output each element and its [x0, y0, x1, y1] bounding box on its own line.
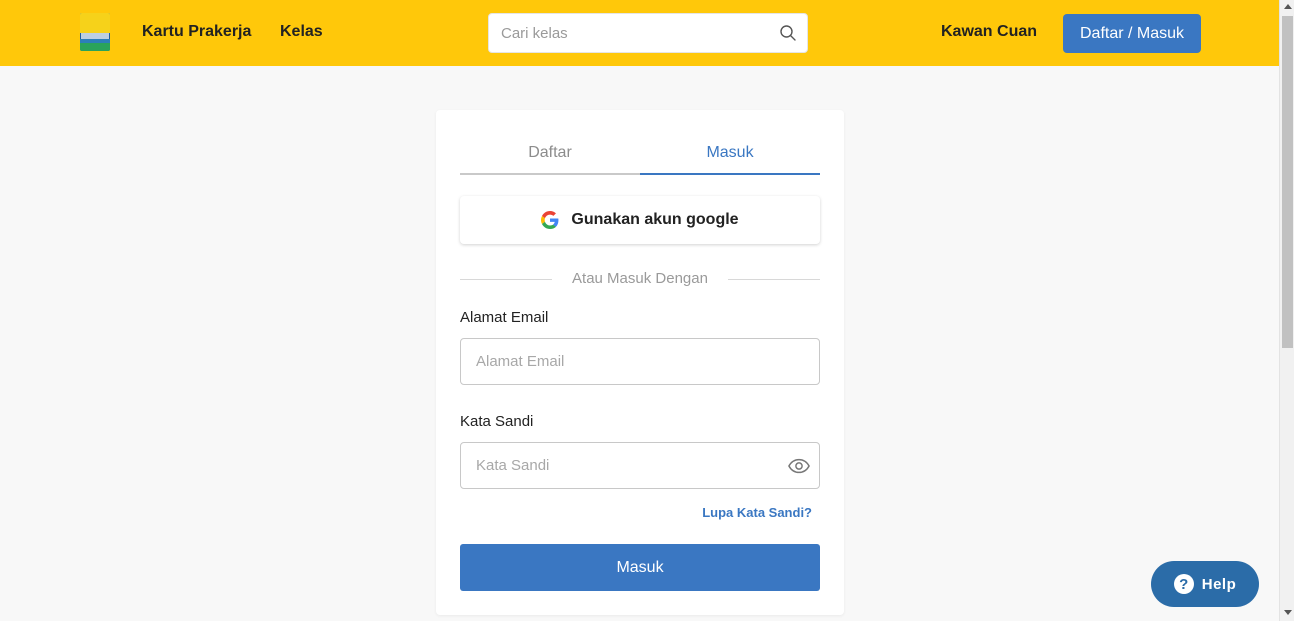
nav-kelas[interactable]: Kelas: [280, 23, 323, 41]
tab-daftar[interactable]: Daftar: [460, 144, 640, 175]
scrollbar-thumb[interactable]: [1282, 16, 1293, 348]
forgot-password-link[interactable]: Lupa Kata Sandi?: [702, 505, 812, 520]
password-field-wrapper: [460, 442, 820, 489]
eye-icon[interactable]: [788, 458, 810, 474]
scroll-down-arrow-icon[interactable]: [1284, 610, 1292, 615]
help-button[interactable]: ? Help: [1151, 561, 1259, 607]
top-header: Kartu Prakerja Kelas Kawan Cuan Daftar /…: [0, 0, 1279, 66]
help-label: Help: [1201, 575, 1237, 593]
logo-ground-shape: [80, 43, 110, 51]
email-label: Alamat Email: [460, 309, 549, 326]
password-field[interactable]: [461, 443, 819, 488]
search-box: [488, 13, 808, 53]
logo-text-strip: [81, 33, 109, 39]
logo-sun-shape: [80, 13, 110, 35]
nav-kawan-cuan[interactable]: Kawan Cuan: [941, 23, 1037, 41]
search-input[interactable]: [489, 14, 769, 52]
email-field-wrapper: [460, 338, 820, 385]
question-circle-icon: ?: [1173, 574, 1194, 594]
masuk-submit-button[interactable]: Masuk: [460, 544, 820, 591]
siap-kerja-logo[interactable]: [80, 13, 110, 51]
divider-label: Atau Masuk Dengan: [558, 270, 722, 287]
daftar-masuk-button[interactable]: Daftar / Masuk: [1063, 14, 1201, 53]
tab-masuk[interactable]: Masuk: [640, 144, 820, 175]
scroll-up-arrow-icon[interactable]: [1284, 4, 1292, 9]
google-button-label: Gunakan akun google: [571, 211, 739, 228]
search-icon[interactable]: [779, 24, 797, 42]
nav-kartu-prakerja[interactable]: Kartu Prakerja: [142, 23, 251, 41]
google-login-button[interactable]: Gunakan akun google: [460, 196, 820, 244]
email-field[interactable]: [461, 339, 819, 384]
login-card: Daftar Masuk Gunakan akun google Atau Ma…: [436, 110, 844, 615]
divider-text: Atau Masuk Dengan: [460, 270, 820, 287]
password-label: Kata Sandi: [460, 413, 534, 430]
page-scrollbar[interactable]: [1279, 0, 1294, 621]
google-icon: [541, 211, 559, 229]
